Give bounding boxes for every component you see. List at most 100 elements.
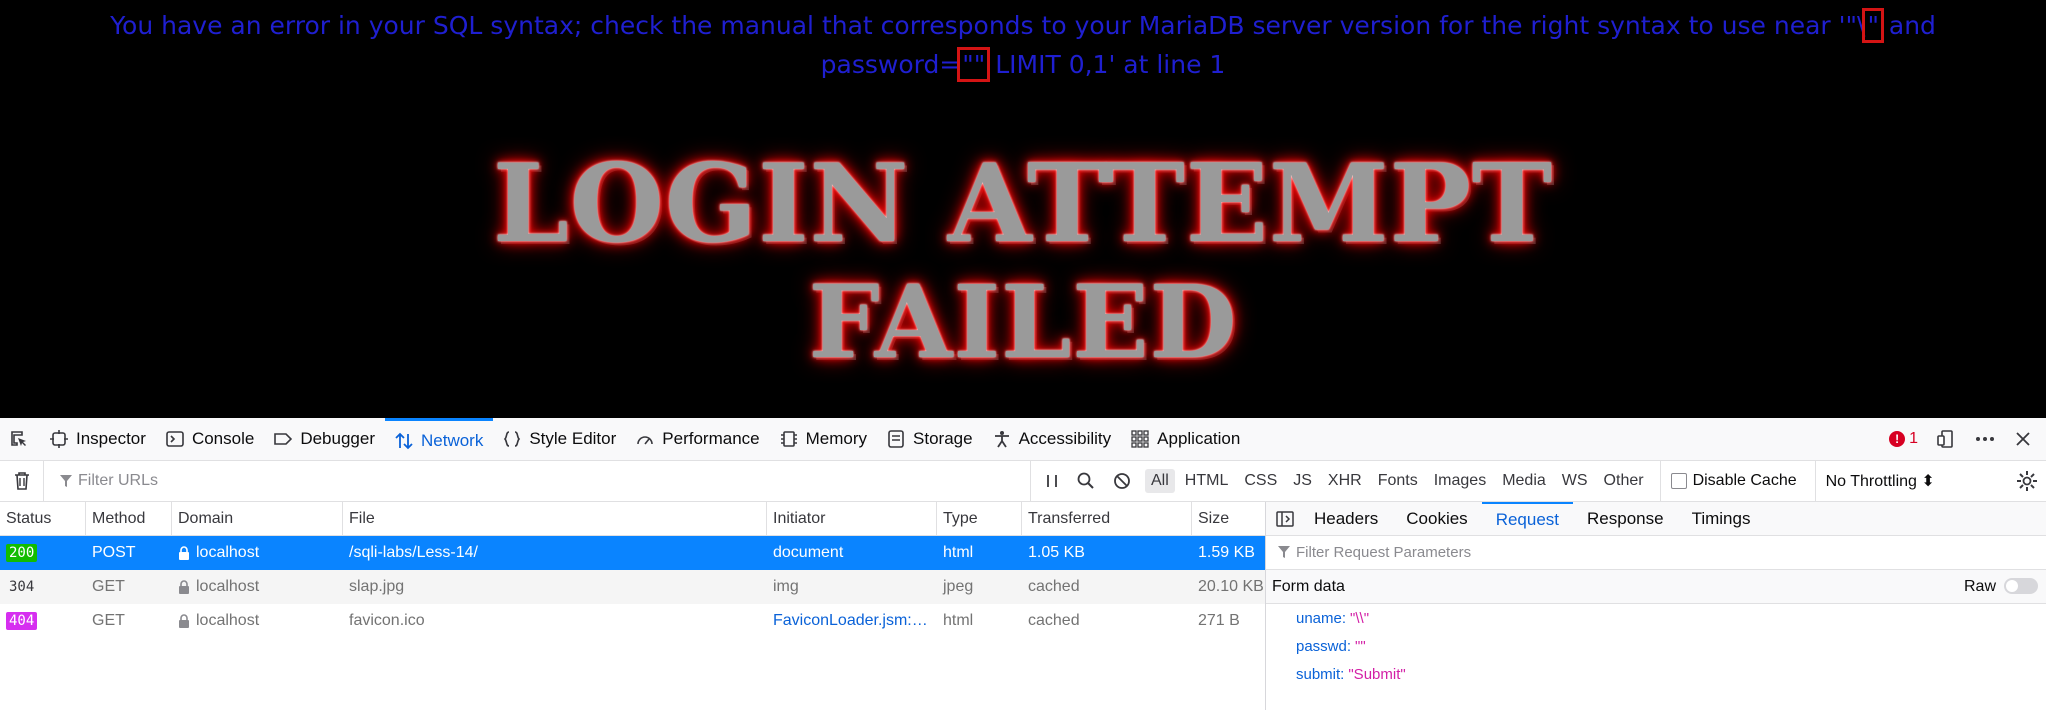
debugger-icon — [274, 430, 293, 448]
network-settings-button[interactable] — [2016, 470, 2046, 492]
disable-cache-label: Disable Cache — [1692, 472, 1797, 489]
tab-memory[interactable]: Memory — [770, 418, 877, 461]
devtools-toolbar: Inspector Console Debugger Network Style… — [0, 417, 2046, 461]
column-header-status[interactable]: Status — [0, 502, 86, 536]
table-row[interactable]: 200 POST localhost /sqli-labs/Less-14/ d… — [0, 536, 1265, 570]
transferred-cell: 1.05 KB — [1028, 544, 1085, 561]
error-text-3: LIMIT 0,1' at line 1 — [987, 50, 1226, 79]
file-cell: favicon.ico — [349, 612, 425, 629]
raw-toggle[interactable]: Raw — [1964, 578, 2038, 596]
tab-label: Performance — [662, 429, 760, 448]
transferred-cell: cached — [1028, 612, 1080, 629]
file-cell: /sqli-labs/Less-14/ — [349, 544, 478, 561]
accessibility-icon — [993, 430, 1011, 448]
tab-storage[interactable]: Storage — [877, 418, 983, 461]
element-picker-button[interactable] — [0, 418, 40, 461]
memory-icon — [780, 430, 798, 448]
tab-label: Accessibility — [1018, 429, 1112, 448]
filter-html[interactable]: HTML — [1179, 469, 1235, 493]
tab-label: Memory — [805, 429, 868, 448]
table-row[interactable]: 304 GET localhost slap.jpg img jpeg cach… — [0, 570, 1265, 604]
tab-timings[interactable]: Timings — [1678, 502, 1765, 536]
throttling-select[interactable]: No Throttling ⬍ — [1814, 460, 1935, 502]
method-cell: GET — [92, 612, 125, 629]
filter-other[interactable]: Other — [1598, 469, 1650, 493]
type-cell: html — [943, 544, 974, 561]
pause-icon[interactable] — [1045, 473, 1059, 489]
filter-css[interactable]: CSS — [1238, 469, 1283, 493]
filter-js[interactable]: JS — [1287, 469, 1318, 493]
request-details-panel: Headers Cookies Request Response Timings… — [1265, 501, 2046, 710]
tab-label: Storage — [913, 429, 973, 448]
tab-accessibility[interactable]: Accessibility — [983, 418, 1122, 461]
tab-response[interactable]: Response — [1573, 502, 1678, 536]
tab-headers[interactable]: Headers — [1300, 502, 1392, 536]
application-icon — [1131, 430, 1149, 448]
filter-media[interactable]: Media — [1496, 469, 1552, 493]
column-header-method[interactable]: Method — [86, 502, 172, 536]
devtools-panel: Inspector Console Debugger Network Style… — [0, 417, 2046, 710]
filter-xhr[interactable]: XHR — [1322, 469, 1368, 493]
clear-button[interactable] — [0, 460, 44, 502]
tab-request[interactable]: Request — [1481, 501, 1574, 536]
column-header-size[interactable]: Size — [1192, 502, 1265, 536]
tab-label: Debugger — [300, 429, 375, 448]
filter-params-input[interactable]: Filter Request Parameters — [1266, 536, 2046, 570]
inspector-icon — [50, 430, 68, 448]
error-count-badge[interactable]: ! 1 — [1889, 430, 1918, 448]
toggle-sidebar-icon[interactable] — [1266, 510, 1300, 528]
column-header-type[interactable]: Type — [937, 502, 1022, 536]
filter-urls-input[interactable]: Filter URLs — [44, 472, 1030, 490]
status-cell: 304 — [0, 570, 86, 604]
filter-fonts[interactable]: Fonts — [1372, 469, 1424, 493]
domain-cell: localhost — [172, 604, 343, 638]
initiator-link[interactable]: FaviconLoader.jsm:… — [767, 604, 937, 638]
tab-label: Console — [191, 429, 255, 448]
more-options-icon[interactable] — [1974, 429, 1996, 449]
highlight-box-2: "" — [957, 47, 991, 82]
tab-cookies[interactable]: Cookies — [1392, 502, 1481, 536]
filter-ws[interactable]: WS — [1556, 469, 1594, 493]
lock-icon — [179, 546, 189, 560]
size-cell: 1.59 KB — [1198, 544, 1255, 561]
form-param: uname: "\\" — [1266, 604, 2046, 632]
toolbar-right-controls: ! 1 — [1889, 429, 2046, 449]
filter-bar-actions — [1030, 460, 1145, 502]
param-value: "Submit" — [1348, 665, 1406, 683]
size-cell: 271 B — [1198, 612, 1240, 629]
form-param: submit: "Submit" — [1266, 660, 2046, 688]
column-header-transferred[interactable]: Transferred — [1022, 502, 1192, 536]
lock-icon — [179, 614, 189, 628]
column-header-domain[interactable]: Domain — [172, 502, 343, 536]
filter-images[interactable]: Images — [1428, 469, 1492, 493]
raw-switch[interactable] — [2004, 578, 2038, 595]
search-icon[interactable] — [1077, 472, 1095, 490]
page-viewport: You have an error in your SQL syntax; ch… — [0, 0, 2046, 418]
banner-line-2: FAILED — [808, 263, 1238, 381]
tab-style-editor[interactable]: Style Editor — [493, 418, 626, 461]
column-header-initiator[interactable]: Initiator — [767, 502, 937, 536]
tab-console[interactable]: Console — [156, 418, 264, 461]
style-editor-icon — [503, 430, 521, 448]
tab-performance[interactable]: Performance — [626, 418, 769, 461]
form-data-label: Form data — [1272, 577, 1345, 595]
banner-line-1: LOGIN ATTEMPT — [492, 141, 1554, 267]
block-icon[interactable] — [1113, 472, 1131, 490]
column-header-file[interactable]: File — [343, 502, 767, 536]
tab-label: Network — [420, 430, 484, 450]
gear-icon — [2016, 470, 2038, 492]
disable-cache-checkbox[interactable] — [1670, 473, 1687, 489]
close-icon[interactable] — [2014, 430, 2032, 448]
domain-cell: localhost — [172, 570, 343, 604]
filter-all[interactable]: All — [1145, 469, 1175, 493]
tab-network[interactable]: Network — [384, 417, 494, 461]
tab-debugger[interactable]: Debugger — [264, 418, 385, 461]
error-count: 1 — [1909, 430, 1918, 447]
table-row[interactable]: 404 GET localhost favicon.ico FaviconLoa… — [0, 604, 1265, 638]
param-key: uname: — [1296, 609, 1347, 627]
tab-application[interactable]: Application — [1121, 418, 1250, 461]
tab-inspector[interactable]: Inspector — [40, 418, 156, 461]
domain-cell: localhost — [172, 536, 343, 570]
disable-cache-toggle[interactable]: Disable Cache — [1659, 460, 1797, 502]
responsive-design-icon[interactable] — [1936, 429, 1956, 449]
